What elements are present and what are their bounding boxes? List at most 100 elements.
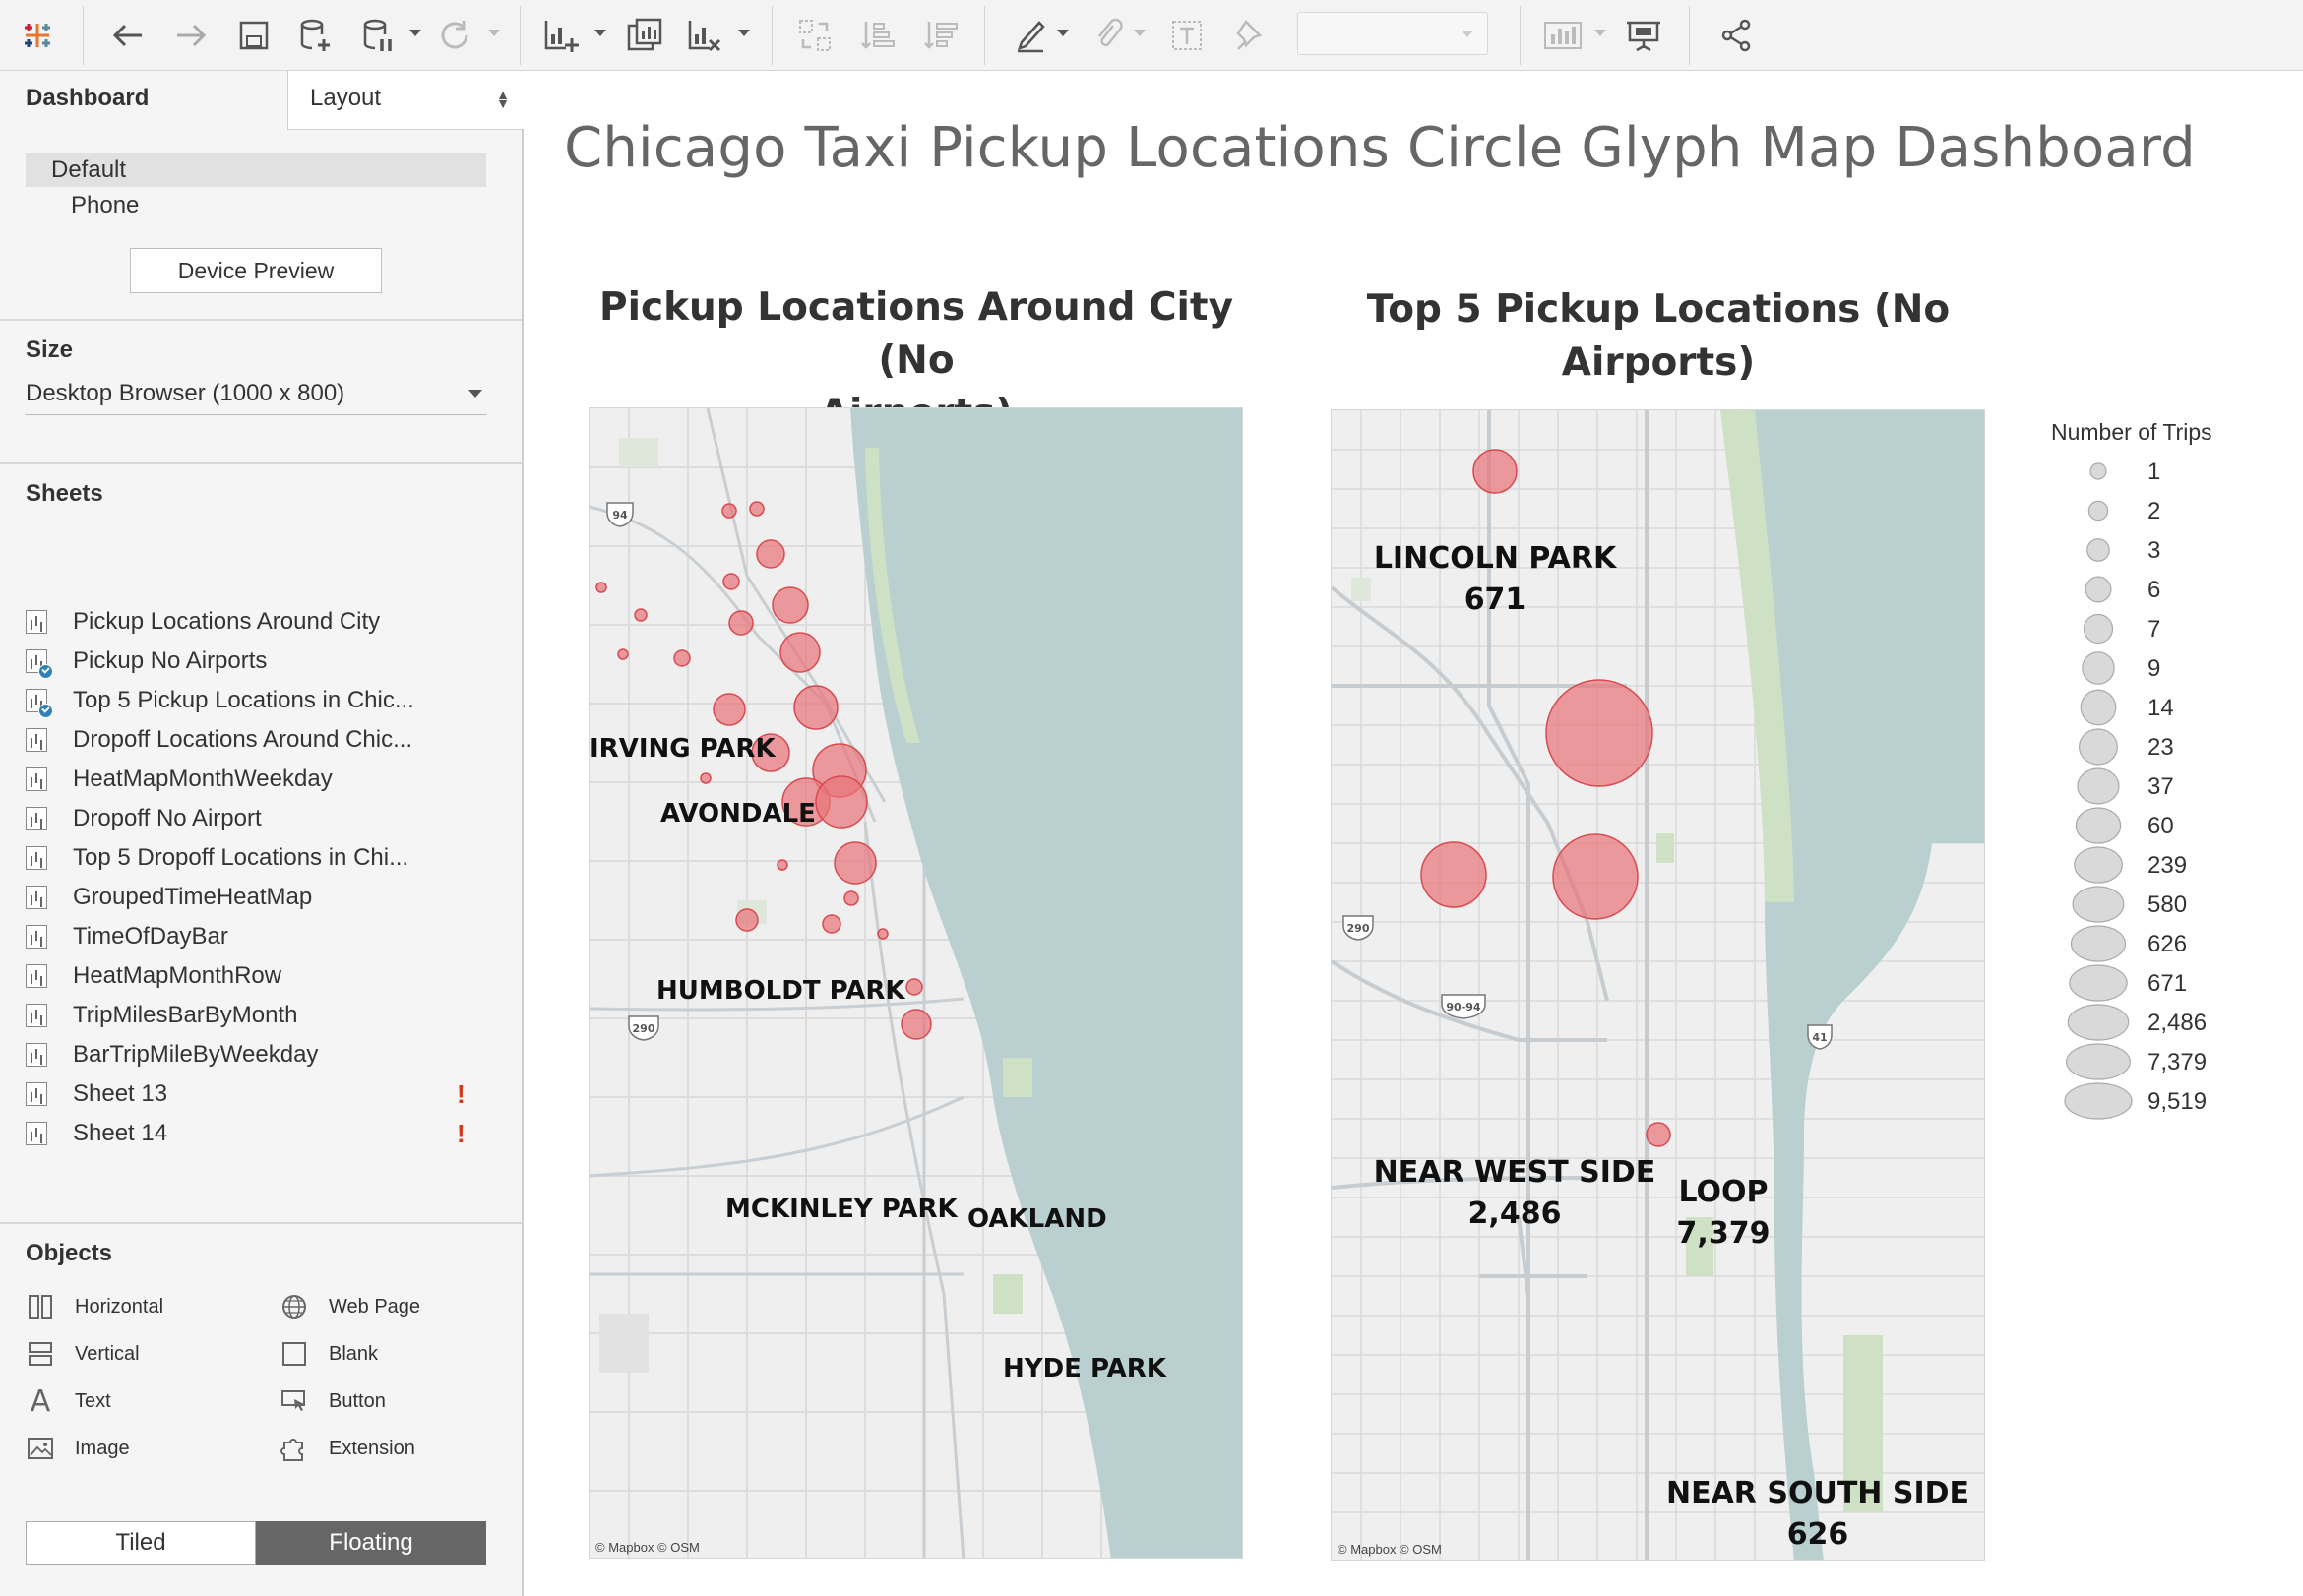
object-blank[interactable]: Blank xyxy=(280,1336,378,1372)
object-web-page[interactable]: Web Page xyxy=(280,1289,420,1324)
legend-item[interactable]: 3 xyxy=(2057,531,2254,571)
object-vertical[interactable]: Vertical xyxy=(26,1336,140,1372)
pickup-location-circle[interactable] xyxy=(815,775,868,829)
pickup-location-circle[interactable] xyxy=(634,608,648,622)
new-data-source-icon[interactable] xyxy=(295,10,335,61)
sheet-item[interactable]: Top 5 Dropoff Locations in Chi... xyxy=(26,840,498,876)
object-horizontal[interactable]: Horizontal xyxy=(26,1289,163,1324)
tab-dashboard[interactable]: Dashboard xyxy=(0,71,287,130)
legend-item[interactable]: 14 xyxy=(2057,689,2254,728)
show-mark-labels-icon[interactable] xyxy=(1167,10,1207,61)
circle-near-north-side[interactable] xyxy=(1545,679,1653,787)
circle-near-south-side[interactable] xyxy=(1646,1122,1671,1147)
legend-item[interactable]: 580 xyxy=(2057,886,2254,925)
pickup-location-circle[interactable] xyxy=(779,632,821,673)
map-attribution[interactable]: © Mapbox © OSM xyxy=(595,1540,700,1555)
legend-item[interactable]: 37 xyxy=(2057,767,2254,807)
pickup-location-circle[interactable] xyxy=(834,841,877,885)
pause-auto-updates-icon[interactable] xyxy=(358,10,398,61)
pickup-map-city[interactable]: 94 290 IRVING PARK AVONDALE HUMBOLDT PAR… xyxy=(589,407,1243,1559)
legend-item[interactable]: 9 xyxy=(2057,649,2254,689)
pickup-location-circle[interactable] xyxy=(793,685,839,730)
sheet-item[interactable]: Dropoff Locations Around Chic... xyxy=(26,722,498,758)
presentation-mode-icon[interactable] xyxy=(1622,10,1665,61)
map-attribution[interactable]: © Mapbox © OSM xyxy=(1338,1542,1442,1557)
legend-item[interactable]: 23 xyxy=(2057,728,2254,767)
fit-dropdown[interactable] xyxy=(1297,12,1488,55)
size-select[interactable]: Desktop Browser (1000 x 800) xyxy=(26,376,486,415)
tableau-logo-icon[interactable] xyxy=(18,10,57,61)
pickup-location-circle[interactable] xyxy=(700,772,712,784)
pickup-location-circle[interactable] xyxy=(595,582,607,593)
legend-item[interactable]: 626 xyxy=(2057,925,2254,964)
sort-ascending-icon[interactable] xyxy=(856,10,900,61)
sheet-item[interactable]: HeatMapMonthWeekday xyxy=(26,762,498,797)
object-extension[interactable]: Extension xyxy=(280,1431,415,1466)
pickup-location-circle[interactable] xyxy=(905,978,923,996)
sheet-item[interactable]: TripMilesBarByMonth xyxy=(26,998,498,1033)
legend-item[interactable]: 671 xyxy=(2057,964,2254,1004)
new-worksheet-icon[interactable] xyxy=(539,10,583,61)
clear-sheet-icon[interactable] xyxy=(683,10,726,61)
pickup-location-circle[interactable] xyxy=(772,586,809,624)
legend-item[interactable]: 7 xyxy=(2057,610,2254,649)
pickup-location-circle[interactable] xyxy=(749,501,765,517)
pickup-location-circle[interactable] xyxy=(735,908,759,932)
device-phone[interactable]: Phone xyxy=(26,189,486,222)
undo-icon[interactable] xyxy=(106,10,150,61)
legend-item[interactable]: 9,519 xyxy=(2057,1082,2254,1122)
fix-axes-icon[interactable] xyxy=(1230,10,1270,61)
legend-item[interactable]: 7,379 xyxy=(2057,1043,2254,1082)
sheet-item[interactable]: GroupedTimeHeatMap xyxy=(26,880,498,915)
legend-item[interactable]: 2 xyxy=(2057,492,2254,531)
highlight-icon[interactable] xyxy=(1010,10,1053,61)
sheet-item[interactable]: TimeOfDayBar xyxy=(26,919,498,954)
legend-item[interactable]: 239 xyxy=(2057,846,2254,886)
object-button[interactable]: Button xyxy=(280,1383,386,1419)
legend-item[interactable]: 6 xyxy=(2057,571,2254,610)
pickup-location-circle[interactable] xyxy=(877,928,889,940)
save-icon[interactable] xyxy=(234,10,274,61)
pickup-location-circle[interactable] xyxy=(673,649,691,667)
pickup-location-circle[interactable] xyxy=(901,1009,932,1040)
device-default[interactable]: Default xyxy=(26,153,486,187)
group-members-icon[interactable] xyxy=(1087,10,1130,61)
pickup-location-circle[interactable] xyxy=(843,890,859,906)
pickup-location-circle[interactable] xyxy=(722,573,740,590)
device-preview-button[interactable]: Device Preview xyxy=(130,248,382,293)
sheet-item[interactable]: Sheet 14! xyxy=(26,1116,498,1151)
sheet-item[interactable]: Dropoff No Airport xyxy=(26,801,498,836)
object-text[interactable]: A Text xyxy=(26,1383,111,1419)
swap-axes-icon[interactable] xyxy=(793,10,837,61)
sheet-item[interactable]: BarTripMileByWeekday xyxy=(26,1037,498,1073)
pickup-location-circle[interactable] xyxy=(777,859,788,871)
refresh-icon[interactable] xyxy=(433,10,476,61)
circle-loop[interactable] xyxy=(1552,833,1639,920)
object-image[interactable]: Image xyxy=(26,1431,130,1466)
floating-button[interactable]: Floating xyxy=(256,1521,486,1565)
pickup-location-circle[interactable] xyxy=(728,610,754,636)
sheet-item[interactable]: Pickup No Airports xyxy=(26,644,498,679)
sort-descending-icon[interactable] xyxy=(919,10,963,61)
redo-icon[interactable] xyxy=(169,10,213,61)
circle-lincoln-park[interactable] xyxy=(1472,449,1518,494)
legend-item[interactable]: 2,486 xyxy=(2057,1004,2254,1043)
pickup-location-circle[interactable] xyxy=(756,539,785,569)
tiled-button[interactable]: Tiled xyxy=(26,1521,256,1565)
sheet-item[interactable]: Top 5 Pickup Locations in Chic... xyxy=(26,683,498,718)
legend-item[interactable]: 1 xyxy=(2057,453,2254,492)
sheet-item[interactable]: Pickup Locations Around City xyxy=(26,604,498,640)
pickup-location-circle[interactable] xyxy=(822,914,841,934)
circle-near-west-side[interactable] xyxy=(1420,841,1487,908)
legend-item[interactable]: 60 xyxy=(2057,807,2254,846)
pickup-location-circle[interactable] xyxy=(617,648,629,660)
top5-pickup-map[interactable]: 290 90-94 41 LINCOLN PARK 671 NEAR WEST … xyxy=(1331,409,1985,1561)
tab-layout[interactable]: Layout ▲ ▼ xyxy=(287,71,524,130)
sheet-item[interactable]: Sheet 13! xyxy=(26,1076,498,1112)
share-icon[interactable] xyxy=(1714,10,1758,61)
duplicate-sheet-icon[interactable] xyxy=(624,10,667,61)
show-me-icon[interactable] xyxy=(1541,10,1585,61)
pickup-location-circle[interactable] xyxy=(721,503,737,519)
sheet-item[interactable]: HeatMapMonthRow xyxy=(26,958,498,994)
pickup-location-circle[interactable] xyxy=(713,693,746,726)
